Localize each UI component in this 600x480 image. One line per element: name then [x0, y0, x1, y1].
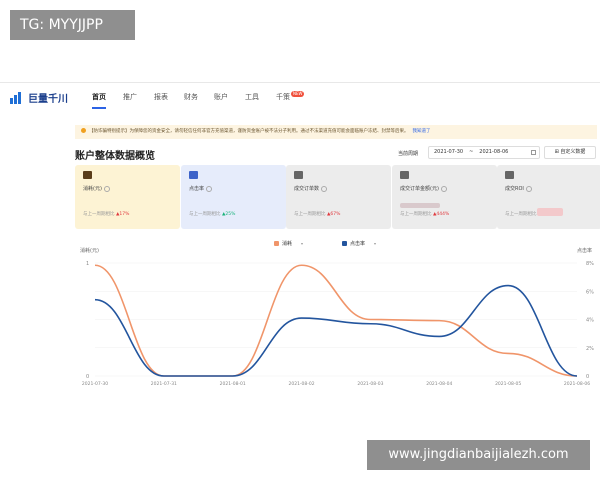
metric-card-roi[interactable]: 成交ROI 与上一周期相比 — [497, 165, 600, 229]
metric-card-ctr[interactable]: 点击率 与上一周期相比 ▲25% — [181, 165, 286, 229]
nav-item-qiance[interactable]: 千策 — [276, 92, 290, 102]
metric-card-spend[interactable]: 消耗(元) 与上一周期相比 ▲17% — [75, 165, 180, 229]
compare-text: 与上一周期相比 — [83, 212, 115, 217]
notice-text: 【防诈骗特别提示】为保障您的资金安全，请勿轻信任何非官方充值渠道，谨防资金账户被… — [89, 129, 409, 134]
change-value: ▲17% — [115, 212, 130, 217]
right-tick-label: 6% — [586, 289, 594, 295]
calendar-icon — [531, 150, 536, 155]
date-range-picker[interactable]: 2021-07-30 ~2021-08-06 — [428, 146, 540, 159]
nav-item-reports[interactable]: 报表 — [154, 92, 168, 102]
right-tick-label: 4% — [586, 318, 594, 324]
series-line-spend — [94, 264, 578, 377]
x-tick-label: 2021-08-05 — [495, 381, 521, 387]
compare-text: 与上一周期相比 — [294, 212, 326, 217]
help-icon[interactable] — [321, 185, 328, 192]
blurred-value — [400, 203, 440, 208]
change-value: ▲67% — [326, 212, 341, 217]
legend-swatch — [342, 241, 347, 246]
app-logo[interactable]: 巨量千川 — [10, 90, 68, 105]
metric-card-order-amount[interactable]: 成交订单金额(元) 与上一周期相比 ▲444% — [392, 165, 497, 229]
order-icon — [294, 171, 303, 179]
x-tick-label: 2021-08-03 — [357, 381, 383, 387]
watermark-bottom-right: www.jingdianbaijialezh.com — [367, 440, 590, 470]
x-tick-label: 2021-08-01 — [220, 381, 246, 387]
nav-item-account[interactable]: 账户 — [214, 92, 228, 102]
card-label: 成交ROI — [505, 186, 524, 192]
x-tick-label: 2021-08-04 — [426, 381, 452, 387]
change-value: ▲444% — [432, 212, 450, 217]
date-end: 2021-08-06 — [479, 149, 509, 155]
right-tick-label: 0 — [586, 374, 589, 380]
custom-data-button[interactable]: ⊞ 自定义数据 — [544, 146, 596, 159]
filter-icon — [505, 171, 514, 179]
left-axis-title: 消耗(元) — [80, 248, 99, 254]
active-tab-indicator — [92, 107, 106, 109]
card-label: 点击率 — [189, 186, 205, 192]
right-axis-title: 点击率 — [577, 248, 593, 254]
card-label-wrap: 点击率 — [189, 185, 278, 192]
x-tick-label: 2021-08-06 — [564, 381, 590, 387]
top-nav: 巨量千川 首页 推广 报表 财务 账户 工具 千策 — [0, 83, 600, 111]
card-label-wrap: 成交ROI — [505, 185, 594, 192]
new-badge: NEW — [291, 91, 305, 97]
notice-ack-link[interactable]: 我知道了 — [413, 129, 431, 134]
compare-text: 与上一周期相比 — [505, 212, 537, 217]
nav-item-tools[interactable]: 工具 — [245, 92, 259, 102]
warning-icon — [81, 128, 86, 133]
change-value: ▲25% — [221, 212, 236, 217]
compare-text: 与上一周期相比 — [400, 212, 432, 217]
card-compare: 与上一周期相比 ▲17% — [83, 211, 129, 217]
chevron-down-icon: ▾ — [374, 241, 377, 246]
nav-item-finance[interactable]: 财务 — [184, 92, 198, 102]
date-separator: ~ — [469, 149, 474, 155]
left-tick-label: 0 — [86, 374, 89, 380]
series-line-ctr — [94, 284, 578, 377]
compare-text: 与上一周期相比 — [189, 212, 221, 217]
help-icon[interactable] — [525, 185, 532, 192]
fraud-notice-banner: 【防诈骗特别提示】为保障您的资金安全，请勿轻信任何非官方充值渠道，谨防资金账户被… — [75, 125, 597, 139]
help-icon[interactable] — [103, 185, 110, 192]
blurred-value — [537, 208, 563, 216]
right-tick-label: 2% — [586, 346, 594, 352]
period-label: 当前周期 — [398, 151, 419, 157]
help-icon[interactable] — [440, 185, 447, 192]
date-start: 2021-07-30 — [434, 149, 464, 155]
legend-swatch — [274, 241, 279, 246]
legend-item-ctr[interactable]: 点击率 ▾ — [342, 240, 376, 247]
logo-icon — [10, 91, 24, 104]
left-tick-label: 1 — [86, 261, 89, 267]
bag-icon — [400, 171, 409, 179]
card-compare: 与上一周期相比 ▲67% — [294, 211, 340, 217]
nav-item-home[interactable]: 首页 — [92, 92, 106, 102]
card-label: 成交订单金额(元) — [400, 186, 439, 192]
card-compare: 与上一周期相比 — [505, 211, 537, 217]
legend-label: 消耗 — [282, 241, 293, 247]
click-icon — [189, 171, 198, 179]
card-label-wrap: 消耗(元) — [83, 185, 172, 192]
watermark-top-left: TG: MYYJJPP — [10, 10, 135, 40]
legend-label: 点击率 — [350, 241, 366, 247]
wallet-icon — [83, 171, 92, 179]
metric-card-orders[interactable]: 成交订单数 与上一周期相比 ▲67% — [286, 165, 391, 229]
overview-title: 账户整体数据概览 — [75, 151, 155, 162]
card-label: 成交订单数 — [294, 186, 320, 192]
right-tick-label: 8% — [586, 261, 594, 267]
x-tick-label: 2021-07-31 — [151, 381, 177, 387]
legend-item-spend[interactable]: 消耗 ▾ — [274, 240, 303, 247]
chevron-down-icon: ▾ — [301, 241, 304, 246]
card-label-wrap: 成交订单金额(元) — [400, 185, 489, 192]
card-compare: 与上一周期相比 ▲25% — [189, 211, 235, 217]
x-tick-label: 2021-08-02 — [288, 381, 314, 387]
card-label: 消耗(元) — [83, 186, 102, 192]
x-tick-label: 2021-07-30 — [82, 381, 108, 387]
card-label-wrap: 成交订单数 — [294, 185, 383, 192]
nav-item-promotion[interactable]: 推广 — [123, 92, 137, 102]
help-icon[interactable] — [206, 185, 213, 192]
custom-data-label: 自定义数据 — [560, 149, 586, 155]
logo-text: 巨量千川 — [28, 94, 68, 105]
card-compare: 与上一周期相比 ▲444% — [400, 211, 449, 217]
